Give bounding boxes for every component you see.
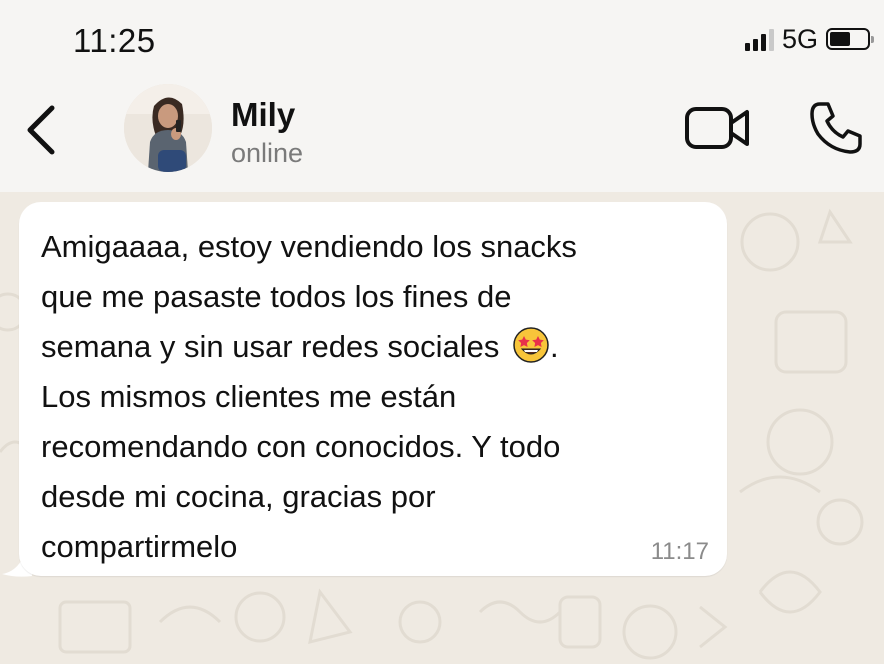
chevron-left-icon xyxy=(27,105,55,155)
message-line: . xyxy=(549,329,559,364)
message-text: Amigaaaa, estoy vendiendo los snacks que… xyxy=(41,222,701,572)
voice-call-button[interactable] xyxy=(806,98,866,158)
message-bubble[interactable]: Amigaaaa, estoy vendiendo los snacks que… xyxy=(19,202,727,576)
video-camera-icon xyxy=(685,107,749,149)
contact-name[interactable]: Mily xyxy=(231,96,295,134)
message-line: semana y sin usar redes sociales xyxy=(41,329,500,364)
star-struck-emoji-icon xyxy=(513,327,549,363)
message-line: Los mismos clientes me están xyxy=(41,379,457,414)
avatar[interactable] xyxy=(124,84,212,172)
battery-icon xyxy=(826,28,874,50)
chat-area[interactable]: Amigaaaa, estoy vendiendo los snacks que… xyxy=(0,192,884,664)
status-time: 11:25 xyxy=(73,22,156,59)
message-timestamp: 11:17 xyxy=(650,538,709,565)
message-line: que me pasaste todos los fines de xyxy=(41,279,512,314)
contact-status: online xyxy=(231,138,304,168)
message-line: compartirmelo xyxy=(41,529,238,564)
status-bar: 11:25 5G xyxy=(0,0,884,82)
message-line: desde mi cocina, gracias por xyxy=(41,479,436,514)
message-line: Amigaaaa, estoy vendiendo los snacks xyxy=(41,229,577,264)
contact-photo xyxy=(124,84,212,172)
video-call-button[interactable] xyxy=(684,104,752,152)
back-button[interactable] xyxy=(22,102,62,158)
status-indicators: 5G xyxy=(744,23,874,54)
signal-icon xyxy=(744,27,774,51)
message-line-with-emoji: semana y sin usar redes sociales . xyxy=(41,322,701,372)
network-type: 5G xyxy=(781,23,818,54)
message-line: recomendando con conocidos. Y todo xyxy=(41,429,561,464)
chat-header: Mily online xyxy=(0,82,884,192)
phone-icon xyxy=(810,102,862,154)
